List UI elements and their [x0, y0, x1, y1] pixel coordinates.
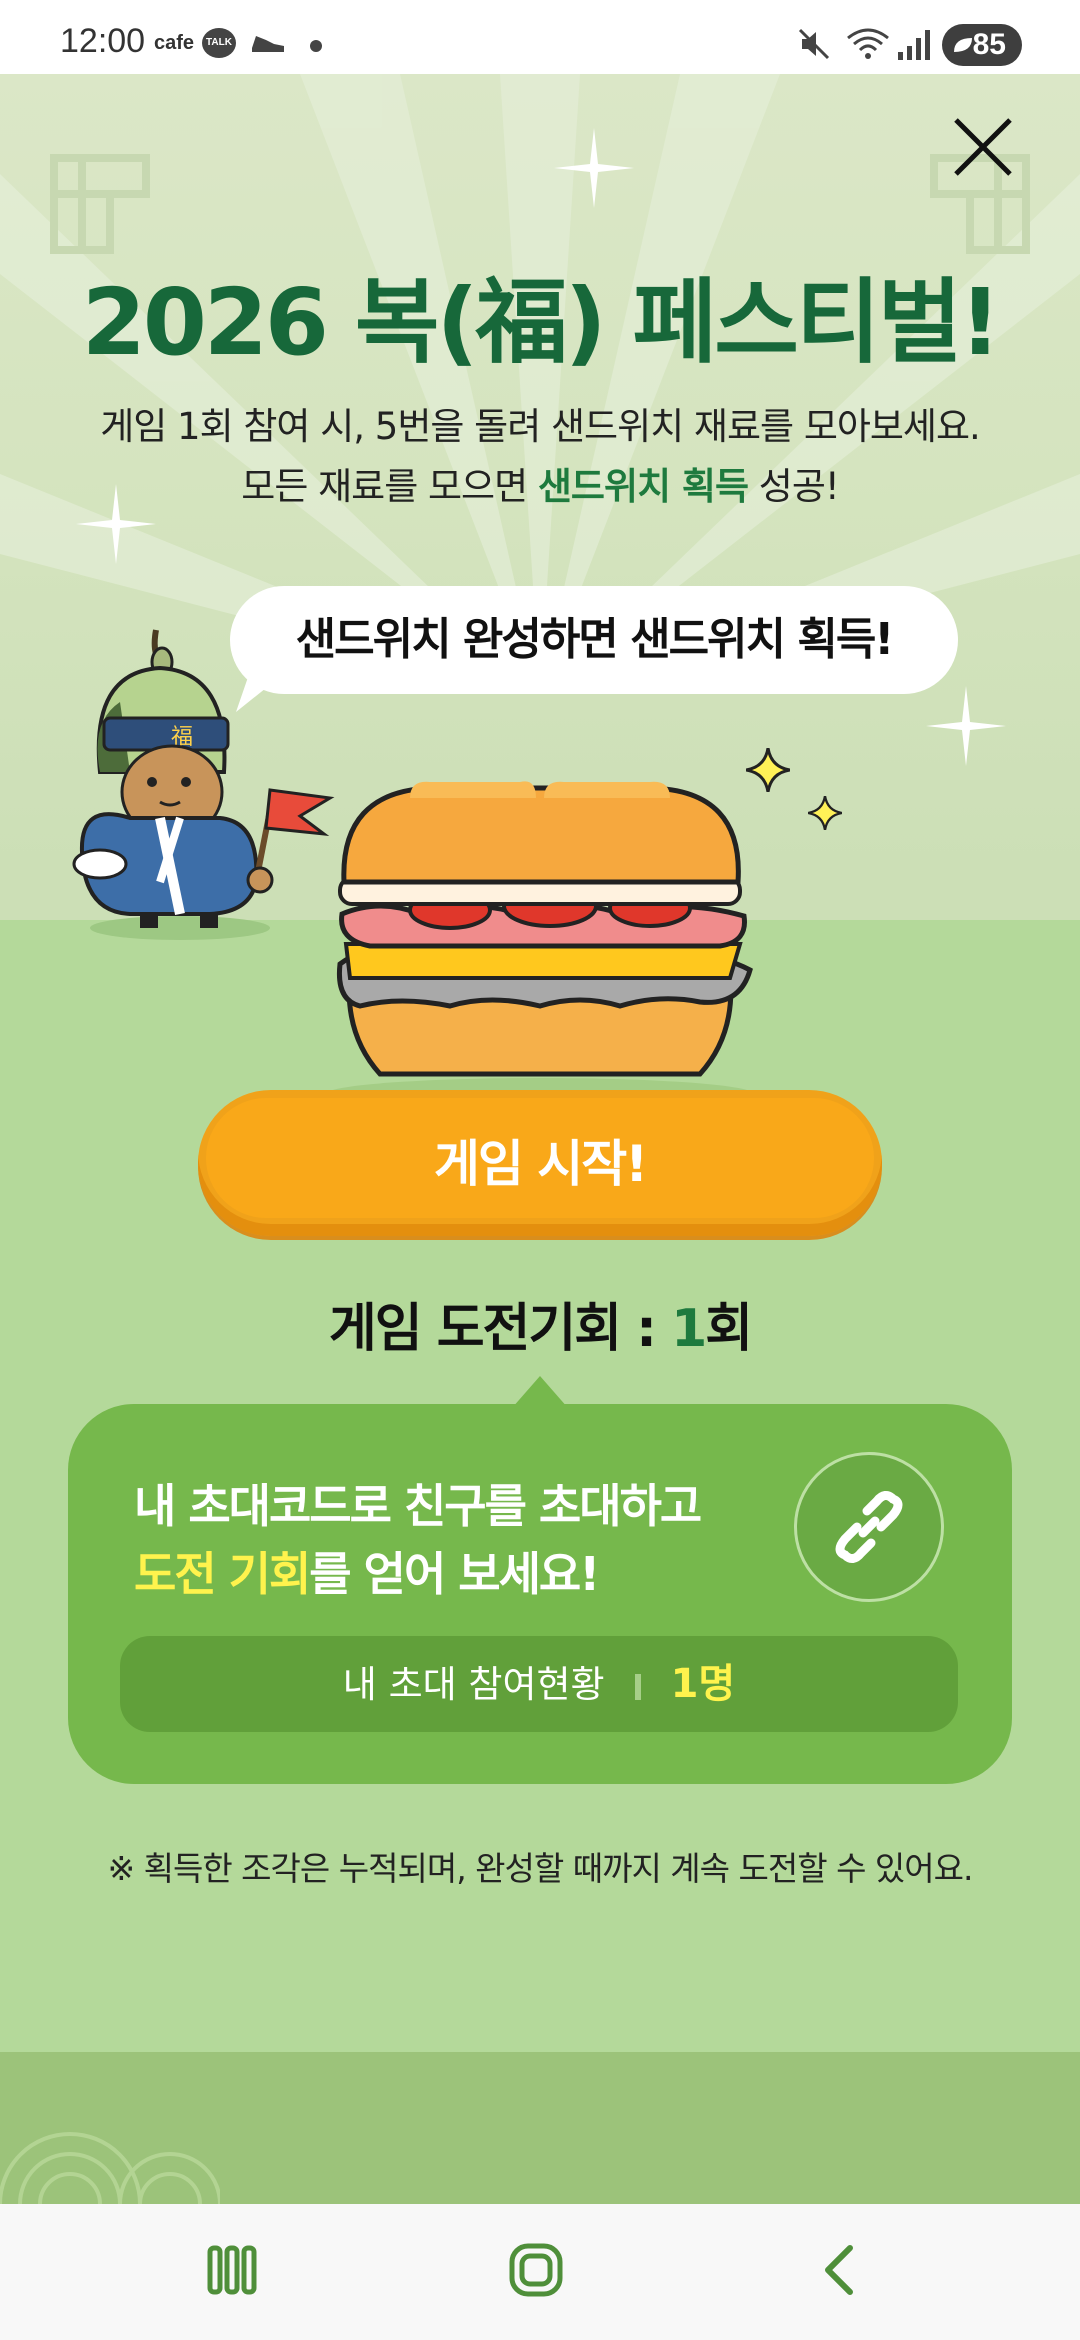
page-title: 2026 복(福) 페스티벌!: [81, 269, 1001, 376]
game-chance-label: 게임 도전기회 :: [328, 1299, 672, 1359]
mute-icon: [798, 28, 830, 60]
link-icon: [835, 1491, 903, 1563]
recents-icon[interactable]: [202, 2240, 262, 2300]
sparkle-icon: [554, 128, 634, 208]
invite-text-line-2: 도전 기회를 얻어 보세요!: [134, 1538, 600, 1604]
home-icon[interactable]: [506, 2240, 566, 2300]
invite-line-2-suffix: 를 얻어 보세요!: [309, 1547, 600, 1601]
signal-icon: [898, 30, 930, 60]
description-line-1: 게임 1회 참여 시, 5번을 돌려 샌드위치 재료를 모아보세요.: [100, 405, 981, 448]
battery-level: 85: [972, 28, 1006, 61]
game-chance-unit: 회: [705, 1299, 753, 1359]
battery-indicator: 85: [942, 24, 1022, 66]
status-time: 12:00: [60, 22, 146, 60]
avocado-mascot: 福: [72, 629, 335, 940]
event-page: 2026 복(福) 페스티벌! 게임 1회 참여 시, 5번을 돌려 샌드위치 …: [0, 74, 1080, 2204]
lattice-decoration-left: [50, 154, 150, 254]
navigation-bar: [0, 2204, 1080, 2340]
status-bar: 12:00 cafe TALK 85: [0, 0, 1080, 74]
game-chance-number: 1: [671, 1299, 707, 1359]
star-sparkle-icon: [808, 796, 842, 830]
game-chance-count: 게임 도전기회 : 1회: [0, 1286, 1080, 1361]
invite-status-count: 1명: [670, 1661, 736, 1707]
description-line-2-suffix: 성공!: [748, 465, 840, 508]
invite-text-line-1: 내 초대코드로 친구를 초대하고: [134, 1479, 702, 1533]
start-game-button[interactable]: 게임 시작!: [198, 1090, 882, 1236]
close-icon[interactable]: [950, 114, 1016, 180]
invite-status-row: 내 초대 참여현황 1명: [120, 1636, 958, 1732]
divider: [634, 1673, 641, 1700]
wave-pattern-decoration: [0, 2132, 220, 2204]
description-highlight: 샌드위치 획득: [537, 465, 749, 508]
leaf-icon: [954, 38, 972, 52]
shoe-icon: [252, 36, 284, 52]
wifi-icon: [847, 28, 889, 59]
invite-status-label: 내 초대 참여현황: [342, 1663, 605, 1706]
cafe-app-indicator: cafe: [154, 32, 195, 54]
copy-invite-link-button[interactable]: [794, 1452, 944, 1602]
sandwich-illustration: [326, 781, 754, 1110]
notification-dot-icon: [310, 40, 322, 52]
footer-strip: [0, 2052, 1080, 2204]
description-line-2-prefix: 모든 재료를 모으면: [241, 465, 538, 508]
description-line-2: 모든 재료를 모으면 샌드위치 획득 성공!: [0, 456, 1080, 510]
back-icon[interactable]: [810, 2240, 870, 2300]
invite-card: 내 초대코드로 친구를 초대하고 도전 기회를 얻어 보세요! 내 초대 참여현…: [68, 1404, 1012, 1784]
talk-app-indicator: TALK: [202, 28, 236, 58]
sparkle-icon: [926, 686, 1006, 766]
notice-text: ※ 획득한 조각은 누적되며, 완성할 때까지 계속 도전할 수 있어요.: [107, 1849, 973, 1888]
invite-highlight: 도전 기회: [134, 1547, 311, 1601]
start-game-label: 게임 시작!: [433, 1135, 648, 1193]
